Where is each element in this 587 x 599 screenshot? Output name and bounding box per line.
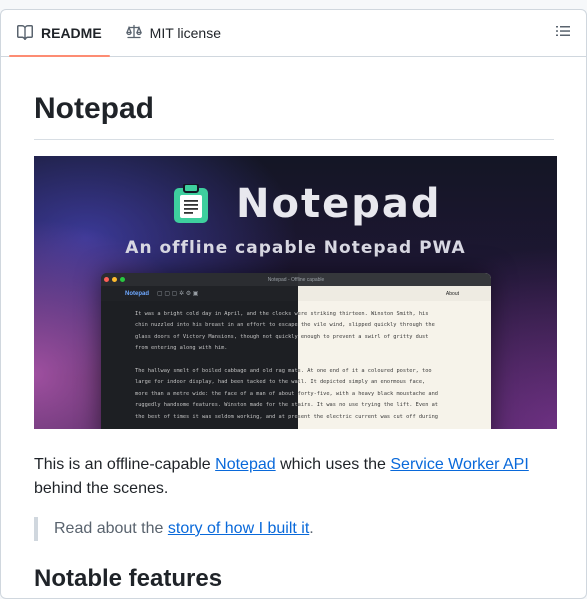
app-toolbar: Notepad ▢ ▢ ▢ ✲ ⚙ ▣ About: [101, 286, 491, 301]
app-toolbar-about: About: [445, 290, 459, 297]
app-paragraph-1: It was a bright cold day in April, and t…: [135, 309, 465, 355]
app-screenshot: Notepad - Offline capable Notepad ▢ ▢ ▢ …: [101, 273, 491, 429]
tab-license[interactable]: MIT license: [118, 10, 229, 56]
app-line: glass doors of Victory Mansions, though …: [135, 333, 429, 340]
quote-text-1: Read about the: [54, 520, 168, 537]
notepad-logo-icon: [173, 183, 209, 229]
tab-readme[interactable]: README: [9, 10, 110, 57]
readme-content: Notepad Notepad An offline capable Notep…: [1, 91, 586, 594]
intro-text-3: behind the scenes.: [34, 480, 169, 497]
blockquote: Read about the story of how I built it.: [34, 517, 554, 541]
quote-text-2: .: [309, 520, 314, 537]
tab-readme-label: README: [41, 25, 102, 41]
page-title: Notepad: [34, 91, 554, 140]
app-line: It was a bright cold day in April, and t…: [135, 311, 429, 317]
app-window-title: Notepad - Offline capable: [267, 276, 325, 283]
app-line: large for indoor display, had been tacke…: [135, 379, 426, 386]
toolbar-icons: ▢ ▢ ▢ ✲ ⚙ ▣: [157, 291, 199, 297]
app-titlebar: Notepad - Offline capable: [101, 273, 491, 286]
app-line: The hallway smelt of boiled cabbage and …: [135, 368, 432, 375]
list-unordered-icon: [555, 23, 571, 44]
readme-tabbar: README MIT license: [1, 10, 586, 57]
outline-button[interactable]: [552, 22, 574, 44]
app-line: more than a metre wide: the face of a ma…: [135, 390, 438, 397]
app-line: the best of times it was seldom working,…: [135, 413, 438, 420]
app-line: chin nuzzled into his breast in an effor…: [135, 322, 435, 329]
intro-paragraph: This is an offline-capable Notepad which…: [34, 453, 554, 501]
service-worker-api-link[interactable]: Service Worker API: [390, 456, 528, 473]
app-line: ruggedly handsome features. Winston made…: [135, 402, 438, 409]
hero-name: Notepad: [236, 181, 442, 227]
law-icon: [125, 24, 142, 43]
app-line: from entering along with him.: [135, 345, 228, 352]
intro-text-1: This is an offline-capable: [34, 456, 216, 473]
app-text-area: It was a bright cold day in April, and t…: [135, 309, 465, 429]
app-paragraph-2: The hallway smelt of boiled cabbage and …: [135, 366, 465, 423]
hero-subtitle: An offline capable Notepad PWA: [125, 238, 466, 258]
book-icon: [17, 24, 33, 43]
app-toolbar-name: Notepad: [125, 290, 149, 297]
story-link[interactable]: story of how I built it: [168, 520, 309, 537]
tab-license-label: MIT license: [149, 25, 221, 41]
features-heading: Notable features: [34, 565, 223, 592]
intro-text-2: which uses the: [275, 456, 391, 473]
notepad-link[interactable]: Notepad: [215, 456, 276, 473]
hero-banner-image: Notepad An offline capable Notepad PWA N…: [34, 156, 557, 429]
readme-panel: README MIT license Notepad Notepad An of…: [0, 9, 587, 599]
